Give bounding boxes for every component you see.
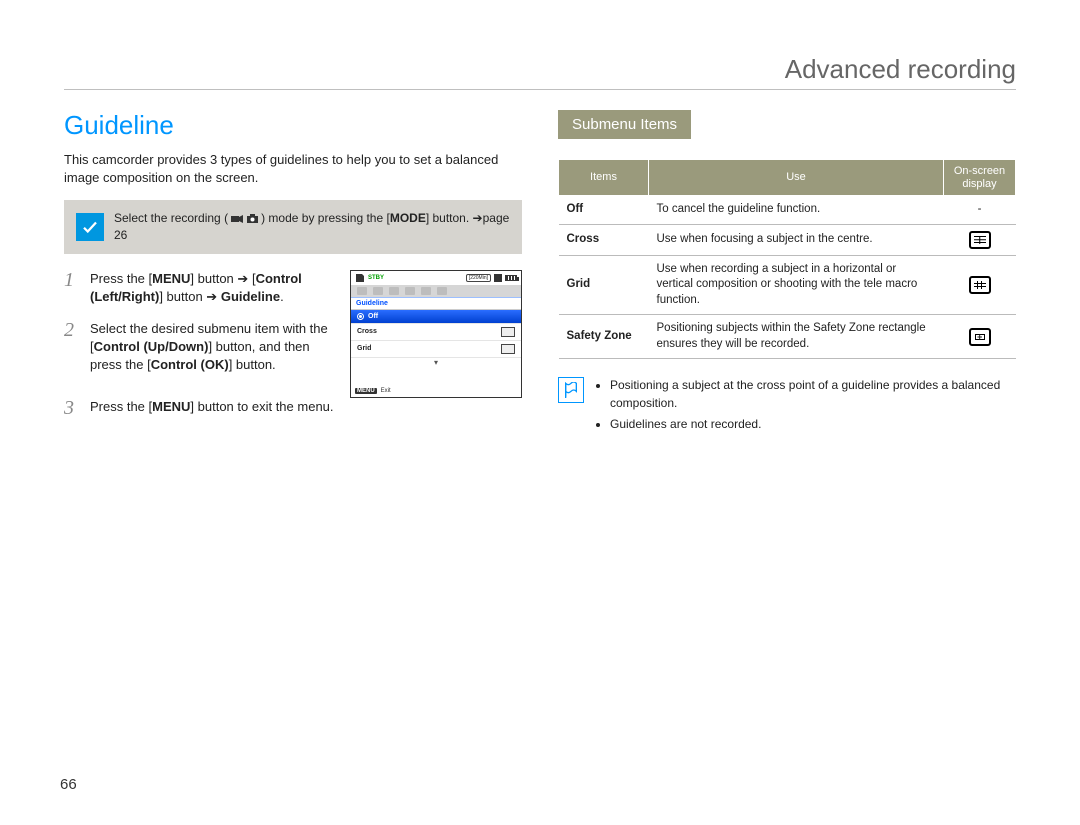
note-icon (558, 377, 584, 403)
lcd-stby: STBY (368, 275, 384, 281)
note-list: Positioning a subject at the cross point… (594, 377, 1016, 437)
th-display: On-screen display (944, 160, 1016, 196)
note-block: Positioning a subject at the cross point… (558, 377, 1016, 437)
submenu-heading: Submenu Items (558, 110, 691, 139)
table-row: Safety Zone Positioning subjects within … (559, 315, 1016, 359)
table-row: Off To cancel the guideline function. - (559, 196, 1016, 225)
section-title: Guideline (64, 110, 522, 141)
lcd-exit-label: Exit (381, 388, 391, 394)
video-icon (231, 215, 243, 223)
page-number: 66 (60, 776, 77, 793)
lcd-cross-icon (501, 327, 515, 337)
lcd-menu-button: MENU (355, 388, 377, 394)
lcd-option-off: Off (351, 310, 521, 324)
th-use: Use (649, 160, 944, 196)
battery-icon (505, 275, 517, 281)
chapter-title: Advanced recording (64, 54, 1016, 90)
card-icon (494, 274, 502, 282)
table-row: Cross Use when focusing a subject in the… (559, 224, 1016, 255)
note-item: Positioning a subject at the cross point… (610, 377, 1016, 412)
right-column: Submenu Items Items Use On-screen displa… (558, 110, 1016, 438)
lcd-screenshot: STBY [220Min] Guideline Off (350, 270, 522, 398)
lcd-option-grid: Grid (351, 341, 521, 358)
check-icon (76, 213, 104, 241)
step-3: 3 Press the [MENU] button to exit the me… (64, 398, 522, 418)
osd-cross-icon (969, 231, 991, 249)
left-column: Guideline This camcorder provides 3 type… (64, 110, 522, 438)
table-row: Grid Use when recording a subject in a h… (559, 255, 1016, 315)
lcd-tab: Guideline (351, 297, 521, 309)
step-1: 1 Press the [MENU] button ➔ [Control (Le… (64, 270, 340, 306)
lcd-scroll-caret: ▾ (351, 358, 521, 369)
note-item: Guidelines are not recorded. (610, 416, 1016, 433)
lcd-option-cross: Cross (351, 324, 521, 341)
mode-callout: Select the recording ( ) mode by pressin… (64, 200, 522, 254)
sd-icon (355, 274, 365, 282)
step-2: 2 Select the desired submenu item with t… (64, 320, 340, 375)
lcd-icon-strip (351, 285, 521, 297)
camera-icon (247, 214, 258, 223)
submenu-table: Items Use On-screen display Off To cance… (558, 159, 1016, 359)
manual-page: Advanced recording Guideline This camcor… (0, 0, 1080, 478)
osd-grid-icon (969, 276, 991, 294)
intro-text: This camcorder provides 3 types of guide… (64, 151, 522, 186)
lcd-menu: Off Cross Grid ▾ (351, 309, 521, 369)
lcd-grid-icon (501, 344, 515, 354)
lcd-time: [220Min] (466, 274, 491, 282)
osd-safety-icon (969, 328, 991, 346)
th-items: Items (559, 160, 649, 196)
osd-none: - (944, 196, 1016, 225)
callout-text: Select the recording ( ) mode by pressin… (114, 210, 510, 244)
